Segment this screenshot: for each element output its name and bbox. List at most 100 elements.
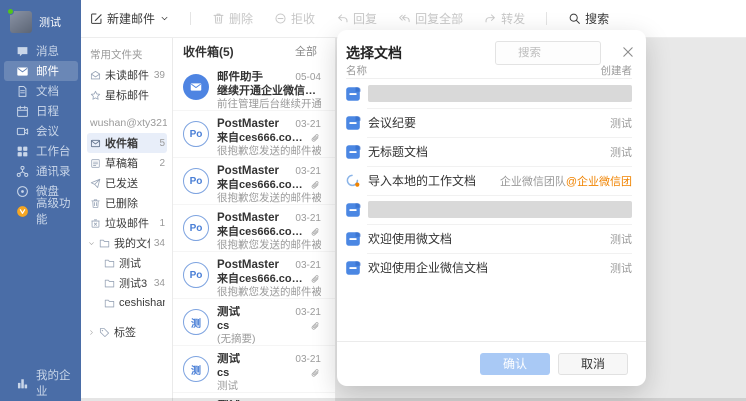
folder-count: 1 [159, 218, 165, 229]
doc-creator: 测试 [610, 115, 632, 131]
mail-list-item[interactable]: PoPostMaster03-21来自ces666.com的退信很抱歉您发送的邮… [173, 252, 335, 299]
mail-sender: PostMaster [217, 212, 291, 225]
folder-item-tags[interactable]: 标签 [87, 322, 167, 342]
sidebar-item-label: 通讯录 [36, 163, 71, 179]
toolbar-button-label: 转发 [501, 10, 525, 27]
mail-line2: 来自ces666.com的退信 [217, 225, 321, 239]
mail-unread-icon [90, 70, 101, 81]
folder-item-folder-ceshi3[interactable]: 测试334 [87, 273, 167, 293]
sender-avatar: 测 [183, 356, 209, 382]
mail-preview: 很抱歉您发送的邮件被退回，以下 [217, 239, 321, 252]
sidebar-item-contacts[interactable]: 通讯录 [4, 161, 78, 181]
mail-sender: PostMaster [217, 259, 291, 272]
toolbar-reject-button[interactable]: 拒收 [274, 10, 315, 27]
folder-item-deleted[interactable]: 已删除 [87, 193, 167, 213]
toolbar-search-button[interactable]: 搜索 [568, 10, 609, 27]
folder-label: 垃圾邮件 [105, 215, 149, 231]
doc-row[interactable] [337, 79, 646, 108]
folder-count: 39 [154, 70, 165, 81]
sidebar-item-premium[interactable]: 高级功能 [4, 201, 78, 221]
folder-item-sent[interactable]: 已发送 [87, 173, 167, 193]
sidebar-item-messages[interactable]: 消息 [4, 41, 78, 61]
mail-preview: (无摘要) [217, 333, 321, 346]
doc-creator-org: @企业微信团 [566, 176, 632, 188]
toolbar-reply-button[interactable]: 回复 [336, 10, 377, 27]
folder-item-folder-ceshi[interactable]: 测试 [87, 253, 167, 273]
modal-search-box[interactable] [495, 41, 601, 65]
org-icon [16, 165, 29, 178]
confirm-button[interactable]: 确认 [480, 353, 550, 375]
folder-item-folder-ceshishanch[interactable]: ceshishanch... [87, 293, 167, 313]
mail-list-item[interactable]: 测测试03-21cs测试 [173, 346, 335, 393]
doc-row[interactable]: 欢迎使用微文档测试 [337, 224, 646, 253]
mail-line2: 来自ces666.com的退信 [217, 178, 321, 192]
mail-subject: 来自ces666.com的退信 [217, 272, 307, 286]
toolbar-forward-button[interactable]: 转发 [484, 10, 525, 27]
sidebar-item-label: 文档 [36, 83, 59, 99]
mail-list-item[interactable]: 测测试03-21cs(无摘要) [173, 299, 335, 346]
folder-item-starred[interactable]: 星标邮件 [87, 85, 167, 105]
mail-list-item[interactable]: PoPostMaster03-21来自ces666.com的退信很抱歉您发送的邮… [173, 158, 335, 205]
toolbar-new-mail-button[interactable]: 新建邮件 [90, 10, 169, 27]
mail-list-item[interactable]: 测测试 [173, 393, 335, 401]
profile[interactable]: 测试 [10, 11, 61, 33]
doc-row[interactable]: 会议纪要 测试 [337, 108, 646, 137]
folder-item-my-folders[interactable]: 我的文件夹34 [87, 233, 167, 253]
doc-name: 会议纪要 [368, 114, 416, 131]
modal-search-input[interactable] [518, 47, 588, 59]
mail-items: 邮件助手05-04继续开通企业微信邮箱服务前往管理后台继续开通PoPostMas… [173, 64, 335, 401]
doc-row[interactable]: 欢迎使用企业微信文档测试 [337, 253, 646, 282]
close-icon[interactable] [621, 45, 635, 59]
folder-item-unread[interactable]: 未读邮件39 [87, 65, 167, 85]
avatar[interactable] [10, 11, 32, 33]
sidebar-item-my-company[interactable]: 我的企业 [4, 373, 78, 393]
folder-label: 标签 [114, 324, 136, 340]
sidebar-item-label: 高级功能 [36, 195, 78, 227]
folder-label: 测试3 [119, 275, 147, 291]
sidebar-item-docs[interactable]: 文档 [4, 81, 78, 101]
calendar-icon [16, 105, 29, 118]
folder-item-inbox[interactable]: 收件箱5 [87, 133, 167, 153]
doc-creator: 测试 [610, 260, 632, 276]
mail-sender: PostMaster [217, 118, 291, 131]
cancel-button[interactable]: 取消 [558, 353, 628, 375]
mail-sender: 邮件助手 [217, 71, 291, 84]
mail-line2: 继续开通企业微信邮箱服务 [217, 84, 321, 98]
mail-date: 03-21 [295, 353, 321, 366]
mail-list-item[interactable]: PoPostMaster03-21来自ces666.com的退信很抱歉您发送的邮… [173, 111, 335, 158]
mail-filter-dropdown[interactable]: 全部 [295, 43, 327, 59]
sidebar-bottom: 我的企业 [4, 373, 78, 393]
doc-row[interactable] [337, 195, 646, 224]
junk-icon [90, 218, 101, 229]
mail-list-item[interactable]: PoPostMaster03-21来自ces666.com的退信很抱歉您发送的邮… [173, 205, 335, 252]
folder-label: 已发送 [105, 175, 138, 191]
folder-item-junk[interactable]: 垃圾邮件 1 [87, 213, 167, 233]
mail-icon [16, 65, 29, 78]
folder-label: 星标邮件 [105, 87, 149, 103]
doc-name: 欢迎使用微文档 [368, 230, 452, 247]
mail-subject: cs [217, 366, 307, 380]
folder-item-drafts[interactable]: 草稿箱2 [87, 153, 167, 173]
sidebar-item-schedule[interactable]: 日程 [4, 101, 78, 121]
doc-row[interactable]: 无标题文档测试 [337, 137, 646, 166]
folder-icon [104, 278, 115, 289]
mail-list-title: 收件箱(5) [183, 43, 234, 60]
mail-subject: 继续开通企业微信邮箱服务 [217, 84, 321, 98]
sidebar-item-mail[interactable]: 邮件 [4, 61, 78, 81]
modal-title: 选择文档 [346, 43, 402, 63]
toolbar-button-label: 回复 [353, 10, 377, 27]
doc-row[interactable]: 导入本地的工作文档企业微信团队@企业微信团 [337, 166, 646, 195]
mail-line2: cs [217, 366, 321, 380]
mail-date: 03-21 [295, 306, 321, 319]
mail-preview: 很抱歉您发送的邮件被退回，以下 [217, 286, 321, 299]
mail-line1: PostMaster03-21 [217, 212, 321, 225]
sidebar-item-meeting[interactable]: 会议 [4, 121, 78, 141]
toolbar-delete-button[interactable]: 删除 [212, 10, 253, 27]
app-window: 测试 消息邮件文档日程会议工作台通讯录微盘高级功能 我的企业 新建邮件删除拒收回… [0, 0, 746, 401]
column-name: 名称 [346, 63, 367, 78]
toolbar-reply-all-button[interactable]: 回复全部 [398, 10, 463, 27]
sidebar-item-workbench[interactable]: 工作台 [4, 141, 78, 161]
sender-avatar: Po [183, 168, 209, 194]
tag-icon [99, 327, 110, 338]
mail-list-item[interactable]: 邮件助手05-04继续开通企业微信邮箱服务前往管理后台继续开通 [173, 64, 335, 111]
